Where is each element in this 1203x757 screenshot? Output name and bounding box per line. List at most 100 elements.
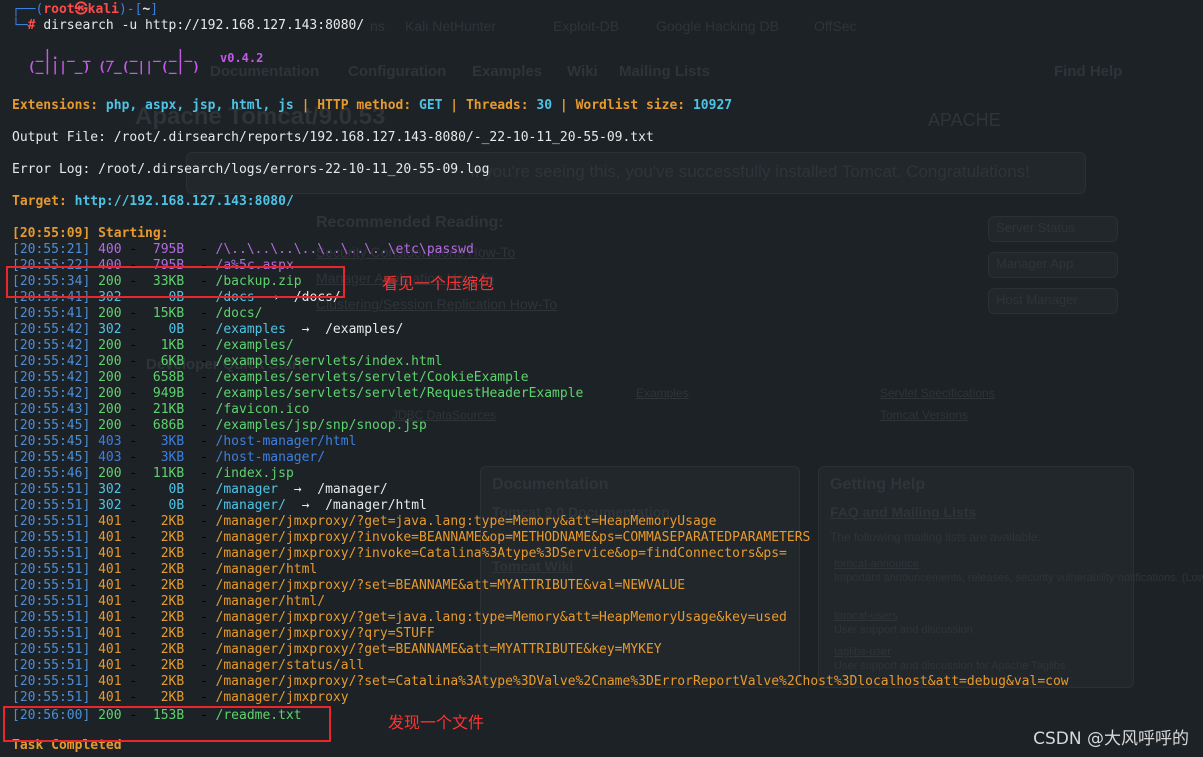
command-text: dirsearch -u http://192.168.127.143:8080… [43,18,365,33]
result-timestamp: [20:55:51] [12,530,91,545]
extensions-value: php, aspx, jsp, html, js [105,98,294,113]
prompt-line-2: └─# dirsearch -u http://192.168.127.143:… [12,18,365,33]
result-row: [20:55:51] 401 - 2KB - /manager/jmxproxy [12,690,349,705]
target-url: http://192.168.127.143:8080/ [74,194,294,209]
result-path: /manager/jmxproxy/?get=java.lang:type=Me… [215,514,717,529]
result-row: [20:55:51] 302 - 0B - /manager/ → /manag… [12,498,427,513]
result-row: [20:55:51] 401 - 2KB - /manager/jmxproxy… [12,546,787,561]
result-status-code: 401 [98,674,122,689]
result-path: /manager/jmxproxy/?qry=STUFF [215,626,435,641]
result-row: [20:55:42] 302 - 0B - /examples → /examp… [12,322,404,337]
result-status-code: 200 [98,466,122,481]
separator: | [552,98,576,113]
result-size: 0B [168,498,185,513]
result-row: [20:55:51] 401 - 2KB - /manager/jmxproxy… [12,626,435,641]
result-row: [20:55:42] 200 - 1KB - /examples/ [12,338,294,353]
version-label: v0.4.2 [220,51,264,65]
result-timestamp: [20:55:51] [12,658,91,673]
result-path: /manager/jmxproxy/?get=java.lang:type=Me… [215,610,787,625]
result-path: /index.jsp [215,466,294,481]
result-status-code: 403 [98,450,122,465]
result-row: [20:55:51] 401 - 2KB - /manager/jmxproxy… [12,530,811,545]
result-status-code: 302 [98,482,122,497]
result-path: /manager/jmxproxy/?set=Catalina%3Atype%3… [215,674,1069,689]
prompt-line-1: ┌──(root㉿kali)-[~] [12,2,159,17]
result-size: 2KB [160,626,185,641]
redirect-arrow-icon: → [278,482,318,497]
result-path: /\..\..\..\..\..\..\..\etc\passwd [215,242,474,257]
target-line: Target: http://192.168.127.143:8080/ [12,194,294,210]
terminal-output[interactable]: ┌──(root㉿kali)-[~] └─# dirsearch -u http… [0,0,1203,757]
result-row: [20:55:45] 200 - 686B - /examples/jsp/sn… [12,418,427,433]
error-log-line: Error Log: /root/.dirsearch/logs/errors-… [12,162,490,177]
note-file: 发现一个文件 [388,713,485,732]
result-size: 2KB [160,562,185,577]
result-path: /docs/ [215,306,263,321]
note-zip: 看见一个压缩包 [382,274,495,293]
result-status-code: 200 [98,338,122,353]
result-timestamp: [20:55:51] [12,674,91,689]
result-status-code: 400 [98,242,122,257]
result-size: 6KB [160,354,185,369]
result-status-code: 401 [98,658,122,673]
result-timestamp: [20:55:45] [12,418,91,433]
result-status-code: 401 [98,642,122,657]
result-row: [20:55:51] 401 - 2KB - /manager/jmxproxy… [12,674,1069,689]
result-timestamp: [20:55:51] [12,626,91,641]
result-path: /favicon.ico [215,402,310,417]
result-path: /manager/html [215,562,318,577]
target-label: Target: [12,194,67,209]
result-status-code: 403 [98,434,122,449]
result-row: [20:55:42] 200 - 6KB - /examples/servlet… [12,354,443,369]
result-row: [20:55:51] 401 - 2KB - /manager/jmxproxy… [12,578,686,593]
result-path: /host-manager/ [215,450,326,465]
result-path: /manager/jmxproxy/?set=BEANNAME&att=MYAT… [215,578,686,593]
result-redirect: /manager/ [317,482,388,497]
result-row: [20:55:45] 403 - 3KB - /host-manager/htm… [12,434,357,449]
result-timestamp: [20:55:42] [12,338,91,353]
method-label: HTTP method: [317,98,412,113]
result-timestamp: [20:55:41] [12,306,91,321]
result-status-code: 200 [98,418,122,433]
result-size: 1KB [160,338,185,353]
result-row: [20:55:41] 200 - 15KB - /docs/ [12,306,263,321]
result-size: 795B [152,242,185,257]
result-row: [20:55:51] 401 - 2KB - /manager/jmxproxy… [12,514,717,529]
result-size: 3KB [160,434,185,449]
result-timestamp: [20:55:46] [12,466,91,481]
result-row: [20:55:42] 200 - 658B - /examples/servle… [12,370,529,385]
redirect-arrow-icon: → [285,322,326,337]
result-timestamp: [20:55:43] [12,402,91,417]
result-timestamp: [20:55:51] [12,482,91,497]
result-status-code: 200 [98,306,122,321]
result-status-code: 401 [98,578,122,593]
result-status-code: 200 [98,370,122,385]
threads-value: 30 [536,98,553,113]
highlight-box-file [3,706,331,742]
result-row: [20:55:45] 403 - 3KB - /host-manager/ [12,450,326,465]
wordlist-value: 10927 [692,98,733,113]
wordlist-label: Wordlist size: [575,98,686,113]
result-path: /examples [215,322,286,337]
result-timestamp: [20:55:45] [12,434,91,449]
result-size: 658B [152,370,185,385]
result-status-code: 200 [98,402,122,417]
watermark: CSDN @大风呼呼的 [1033,729,1189,749]
result-row: [20:55:43] 200 - 21KB - /favicon.ico [12,402,310,417]
result-row: [20:55:51] 401 - 2KB - /manager/status/a… [12,658,365,673]
result-size: 949B [152,386,185,401]
result-row: [20:55:21] 400 - 795B - /\..\..\..\..\..… [12,242,474,257]
result-status-code: 401 [98,610,122,625]
prompt-symbol: # [27,18,36,33]
result-row: [20:55:51] 401 - 2KB - /manager/jmxproxy… [12,610,787,625]
result-status-code: 200 [98,354,122,369]
result-size: 2KB [160,690,185,705]
result-path: /manager/jmxproxy/?invoke=BEANNAME&op=ME… [215,530,811,545]
result-size: 2KB [160,674,185,689]
result-redirect: /examples/ [325,322,404,337]
prompt-user: root㉿kali [43,2,119,17]
result-row: [20:55:46] 200 - 11KB - /index.jsp [12,466,294,481]
result-path: /examples/servlets/index.html [215,354,443,369]
result-path: /host-manager/html [215,434,357,449]
result-timestamp: [20:55:51] [12,562,91,577]
